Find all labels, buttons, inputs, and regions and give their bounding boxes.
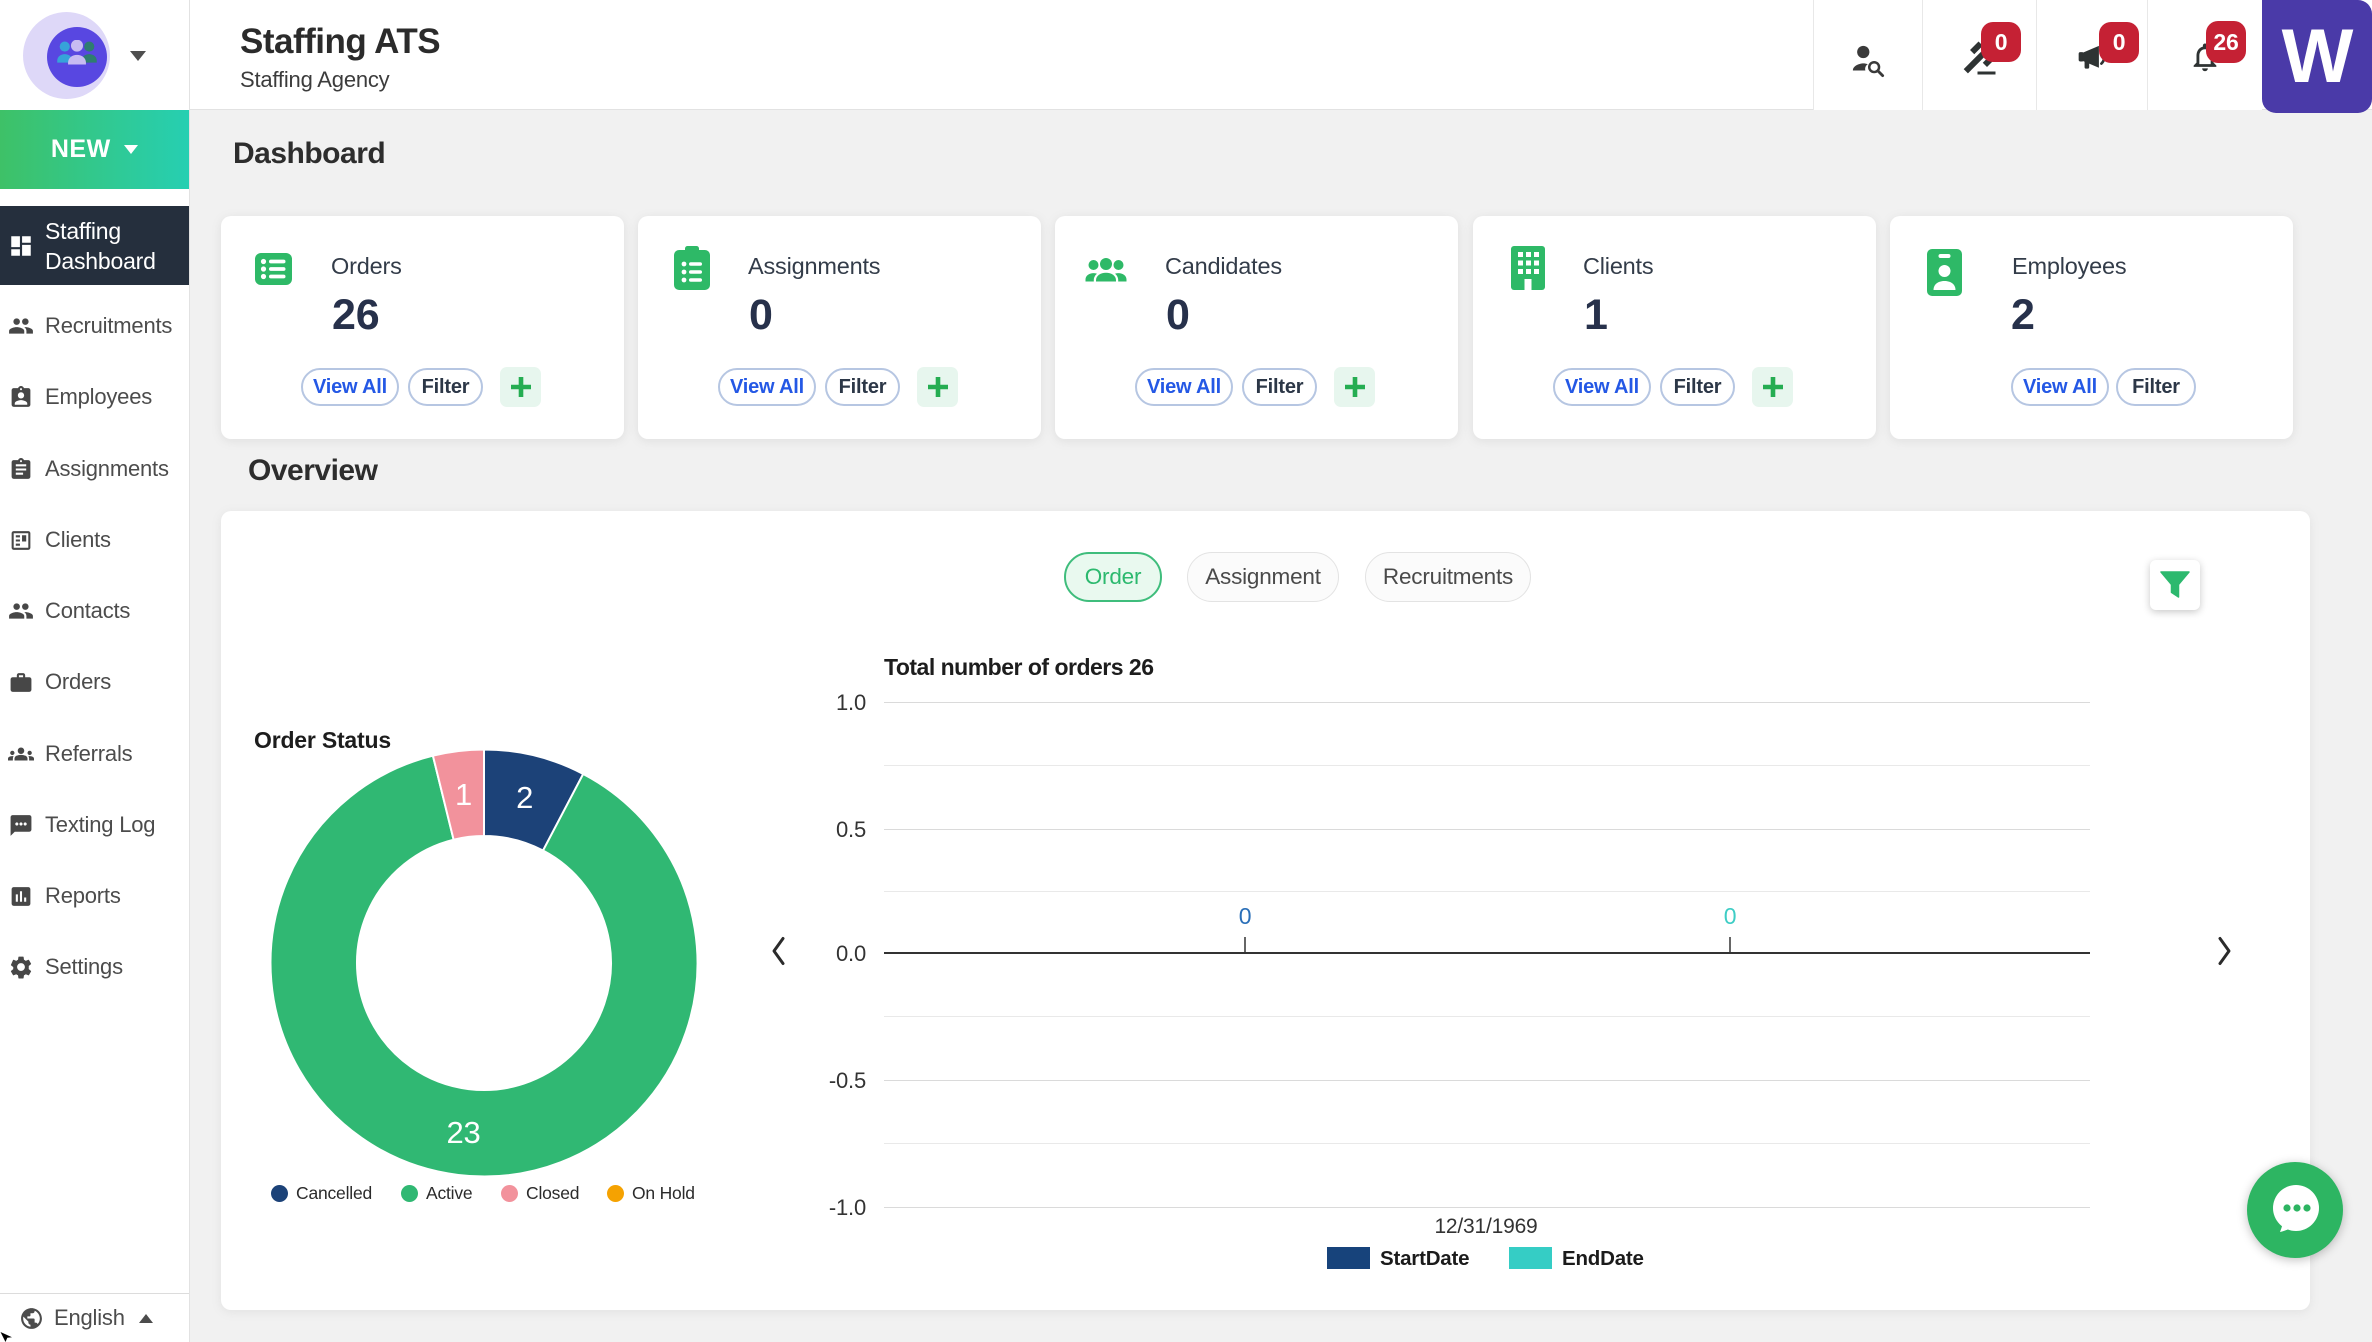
svg-text:1: 1 — [455, 777, 472, 812]
svg-text:2: 2 — [516, 780, 533, 815]
svg-text:23: 23 — [446, 1115, 480, 1150]
